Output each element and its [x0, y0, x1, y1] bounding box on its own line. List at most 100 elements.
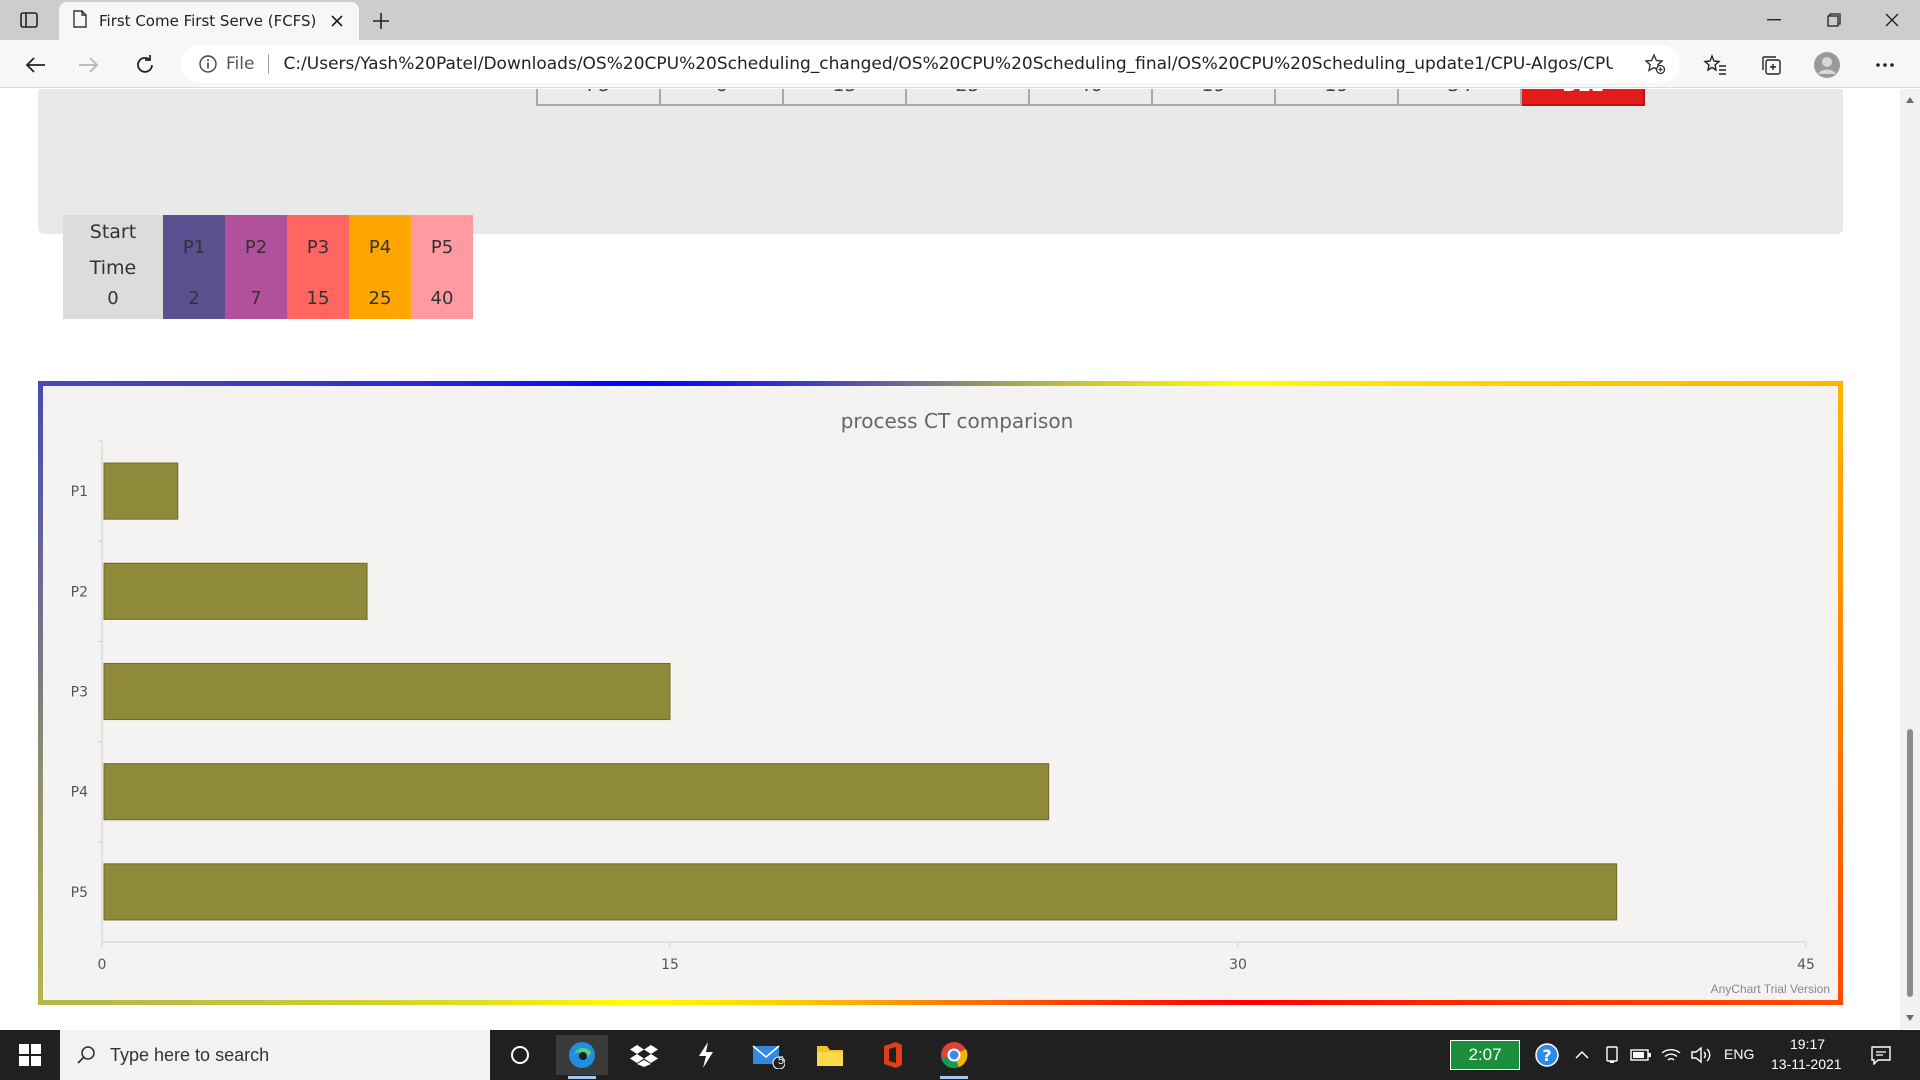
- y-tick-label: P4: [71, 785, 88, 801]
- file-explorer-icon[interactable]: [804, 1035, 856, 1075]
- add-favorite-icon[interactable]: [1644, 53, 1666, 75]
- search-placeholder: Type here to search: [110, 1044, 270, 1065]
- x-tick-label: 30: [1229, 957, 1247, 973]
- edge-browser-icon[interactable]: [556, 1035, 608, 1079]
- gantt-chart: Start Time 0 P1 2 P2 7 P3 15 P4 25 P5 40: [63, 215, 473, 319]
- gantt-process-name: P2: [244, 237, 268, 258]
- url-text[interactable]: C:/Users/Yash%20Patel/Downloads/OS%20CPU…: [283, 54, 1613, 74]
- tab-bar: First Come First Serve (FCFS) - In: [0, 0, 1920, 40]
- taskbar: Type here to search 5 2:07 ? ENG 19:17 1…: [0, 1030, 1920, 1080]
- chrome-icon[interactable]: [928, 1035, 980, 1079]
- browser-tab[interactable]: First Come First Serve (FCFS) - In: [59, 2, 359, 40]
- gantt-end-time: 7: [250, 288, 262, 309]
- scroll-up-icon[interactable]: [1906, 97, 1914, 103]
- clock-time[interactable]: 19:17: [1790, 1036, 1825, 1052]
- info-icon[interactable]: [198, 54, 218, 74]
- table-cell: 19: [1274, 89, 1399, 106]
- page-viewport: P5 6 15 25 40 19 19 34 DEL Start Time 0 …: [0, 89, 1900, 1029]
- ct-bar-chart: process CT comparison P1 P2 P3 P4 P5 0 15 30 45: [71, 409, 1815, 973]
- tab-actions-icon[interactable]: [18, 9, 40, 31]
- page-icon: [73, 10, 87, 32]
- back-icon[interactable]: [20, 50, 50, 80]
- scrollbar-thumb[interactable]: [1907, 729, 1913, 997]
- task-view-icon[interactable]: [494, 1035, 546, 1075]
- battery-timer-text: 2:07: [1468, 1045, 1502, 1064]
- new-tab-icon[interactable]: [368, 8, 394, 34]
- y-tick-label: P2: [71, 584, 88, 600]
- mail-icon[interactable]: 5: [742, 1035, 794, 1075]
- gantt-process-name: P4: [368, 237, 392, 258]
- address-scheme-label: File: [226, 54, 255, 74]
- navigation-bar: File C:/Users/Yash%20Patel/Downloads/OS%…: [0, 40, 1920, 88]
- gantt-start-value: 0: [107, 288, 119, 309]
- device-icon[interactable]: [1598, 1035, 1626, 1075]
- search-icon: [76, 1045, 96, 1065]
- office-icon[interactable]: [866, 1035, 918, 1075]
- chart-area: process CT comparison P1 P2 P3 P4 P5 0 15 30 45 A…: [43, 386, 1838, 1000]
- table-cell: 25: [905, 89, 1030, 106]
- favorites-icon[interactable]: [1700, 50, 1730, 80]
- y-tick-label: P1: [71, 484, 88, 500]
- gantt-time-label: Time: [89, 256, 137, 279]
- bar-p5: [103, 863, 1618, 921]
- delete-button[interactable]: DEL: [1520, 89, 1645, 106]
- help-icon[interactable]: ?: [1522, 1035, 1572, 1075]
- refresh-icon[interactable]: [130, 50, 160, 80]
- mail-badge-count: 5: [778, 1055, 785, 1067]
- close-window-icon[interactable]: [1864, 0, 1920, 40]
- bar-p4: [103, 763, 1050, 821]
- y-tick-label: P3: [71, 685, 88, 701]
- gantt-block-p1: P1 2: [163, 215, 225, 319]
- windows-start-icon[interactable]: [0, 1030, 60, 1080]
- battery-icon[interactable]: [1626, 1035, 1656, 1075]
- profile-avatar-icon[interactable]: [1812, 50, 1842, 80]
- volume-icon[interactable]: [1686, 1035, 1716, 1075]
- gantt-end-time: 40: [430, 288, 454, 309]
- minimize-icon[interactable]: [1746, 0, 1802, 40]
- input-panel: [38, 89, 1843, 234]
- gantt-end-time: 15: [306, 288, 330, 309]
- notification-center-icon[interactable]: [1856, 1035, 1906, 1075]
- table-cell: 34: [1397, 89, 1522, 106]
- table-cell: 19: [1151, 89, 1276, 106]
- taskbar-search-box[interactable]: Type here to search: [60, 1030, 490, 1080]
- close-tab-icon[interactable]: [327, 11, 347, 31]
- active-app-indicator: [568, 1076, 596, 1079]
- address-bar[interactable]: File C:/Users/Yash%20Patel/Downloads/OS%…: [180, 45, 1680, 83]
- process-table: P5 6 15 25 40 19 19 34 DEL: [536, 89, 1645, 106]
- lightning-app-icon[interactable]: [680, 1035, 732, 1075]
- x-tick-label: 15: [661, 957, 679, 973]
- x-tick-label: 45: [1797, 957, 1815, 973]
- address-divider: [268, 54, 270, 74]
- clock-date[interactable]: 13-11-2021: [1771, 1056, 1842, 1072]
- bar-p1: [103, 462, 179, 520]
- chevron-up-icon[interactable]: [1568, 1035, 1596, 1075]
- gantt-end-time: 2: [188, 288, 200, 309]
- chart-watermark: AnyChart Trial Version: [1710, 982, 1830, 996]
- table-cell: 15: [782, 89, 907, 106]
- scroll-down-icon[interactable]: [1906, 1015, 1914, 1021]
- restore-icon[interactable]: [1806, 0, 1862, 40]
- table-row: P5 6 15 25 40 19 19 34 DEL: [536, 89, 1645, 106]
- gantt-block-p5: P5 40: [411, 215, 473, 319]
- wifi-icon[interactable]: [1656, 1035, 1686, 1075]
- tab-title: First Come First Serve (FCFS) - In: [99, 12, 317, 30]
- vertical-scrollbar[interactable]: [1900, 89, 1920, 1029]
- dropbox-icon[interactable]: [618, 1035, 670, 1075]
- collections-icon[interactable]: [1756, 50, 1786, 80]
- table-cell: 40: [1028, 89, 1153, 106]
- table-cell: P5: [536, 89, 661, 106]
- x-tick-label: 0: [98, 957, 107, 973]
- table-cell: 6: [659, 89, 784, 106]
- svg-text:?: ?: [1542, 1046, 1551, 1065]
- gantt-process-name: P1: [182, 237, 206, 258]
- gantt-block-p3: P3 15: [287, 215, 349, 319]
- more-menu-icon[interactable]: [1870, 50, 1900, 80]
- language-indicator[interactable]: ENG: [1724, 1046, 1754, 1062]
- gantt-block-p4: P4 25: [349, 215, 411, 319]
- forward-icon[interactable]: [74, 50, 104, 80]
- battery-timer-widget[interactable]: 2:07: [1450, 1040, 1520, 1070]
- gantt-start-cell: Start Time 0: [63, 215, 163, 319]
- gantt-process-name: P5: [430, 237, 454, 258]
- gantt-end-time: 25: [368, 288, 392, 309]
